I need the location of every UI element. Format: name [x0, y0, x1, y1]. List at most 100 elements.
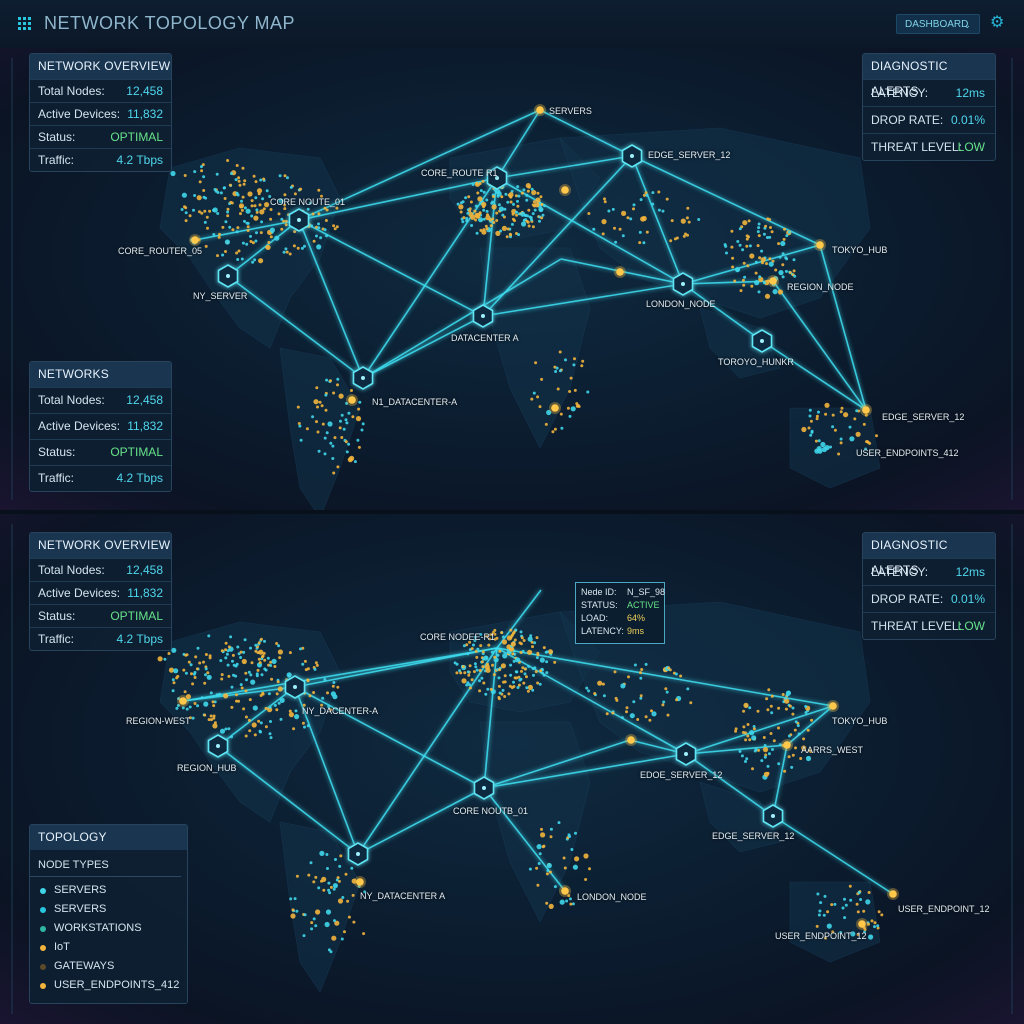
iot-dot — [750, 284, 754, 288]
server-dot — [227, 727, 231, 731]
server-dot — [770, 711, 774, 715]
gateway-dot[interactable] — [829, 702, 837, 710]
hexagon-node-icon[interactable] — [347, 842, 369, 866]
server-dot — [316, 244, 322, 250]
server-dot — [339, 419, 342, 423]
server-dot — [496, 194, 500, 198]
hexagon-node-icon[interactable] — [217, 264, 239, 288]
iot-dot — [597, 680, 603, 686]
map-label: LONDON_NODE — [646, 299, 716, 309]
legend-item[interactable]: IoT — [30, 938, 187, 957]
server-dot — [224, 656, 228, 660]
gateway-dot[interactable] — [536, 106, 544, 114]
gateway-dot[interactable] — [348, 396, 356, 404]
server-dot — [204, 673, 207, 677]
gateway-dot[interactable] — [783, 741, 791, 749]
hexagon-node-icon[interactable] — [762, 804, 784, 828]
server-dot — [314, 924, 318, 928]
gateway-dot[interactable] — [889, 890, 897, 898]
iot-dot — [264, 706, 268, 710]
hexagon-node-icon[interactable] — [675, 742, 697, 766]
server-dot — [810, 430, 814, 434]
iot-dot — [762, 747, 769, 753]
iot-dot — [500, 663, 506, 669]
iot-dot — [657, 190, 661, 194]
server-dot — [319, 850, 325, 856]
iot-dot — [203, 681, 207, 685]
iot-dot — [520, 191, 524, 195]
gateway-dot[interactable] — [179, 697, 187, 705]
hexagon-node-icon[interactable] — [672, 272, 694, 296]
server-dot — [568, 414, 572, 418]
iot-dot — [501, 225, 507, 231]
iot-dot — [269, 208, 273, 211]
iot-dot — [338, 426, 342, 430]
iot-dot — [603, 197, 606, 201]
iot-dot — [183, 174, 187, 177]
gateway-dot[interactable] — [627, 736, 635, 744]
iot-dot — [514, 194, 518, 198]
gateway-dot[interactable] — [356, 878, 364, 886]
hexagon-node-icon[interactable] — [473, 776, 495, 800]
iot-dot — [183, 205, 186, 209]
gateway-dot[interactable] — [561, 887, 569, 895]
iot-dot — [262, 177, 266, 181]
hexagon-node-icon[interactable] — [472, 304, 494, 328]
iot-dot — [489, 224, 493, 228]
iot-dot — [648, 718, 652, 722]
alert-row: DROP RATE: 0.01% — [863, 106, 995, 133]
server-dot — [499, 229, 503, 233]
server-dot — [760, 249, 764, 253]
legend-item[interactable]: SERVERS — [30, 900, 187, 919]
gateway-dot[interactable] — [551, 404, 559, 412]
legend-item[interactable]: GATEWAYS — [30, 957, 187, 976]
gateway-dot[interactable] — [616, 268, 624, 276]
server-dot — [476, 647, 480, 651]
iot-dot — [217, 235, 221, 239]
hexagon-node-icon[interactable] — [288, 208, 310, 232]
legend-item[interactable]: WORKSTATIONS — [30, 919, 187, 938]
server-dot — [485, 198, 489, 202]
iot-dot — [315, 386, 319, 390]
iot-dot — [227, 674, 231, 678]
iot-dot — [240, 686, 244, 690]
hexagon-node-icon[interactable] — [621, 144, 643, 168]
gateway-dot[interactable] — [191, 236, 199, 244]
hexagon-node-icon[interactable] — [207, 734, 229, 758]
iot-dot — [339, 854, 343, 858]
legend-item[interactable]: SERVERS — [30, 881, 187, 900]
panel-title: DIAGNOSTIC ALERTS — [863, 533, 995, 577]
iot-dot — [747, 235, 750, 239]
dashboard-dropdown[interactable]: DASHBOARD ⌄ — [896, 14, 980, 34]
server-dot — [538, 206, 544, 213]
hexagon-node-icon[interactable] — [352, 366, 374, 390]
server-dot — [873, 925, 876, 929]
server-dot — [196, 704, 200, 708]
iot-dot — [209, 714, 213, 718]
iot-dot — [522, 639, 526, 642]
iot-dot — [229, 200, 233, 204]
server-dot — [269, 664, 273, 667]
server-dot — [498, 691, 502, 695]
hexagon-node-icon[interactable] — [284, 675, 306, 699]
iot-dot — [167, 652, 171, 655]
iot-dot — [295, 874, 299, 878]
server-dot — [740, 754, 744, 758]
gateway-dot[interactable] — [862, 406, 870, 414]
gateway-dot[interactable] — [769, 277, 777, 285]
iot-dot — [250, 204, 254, 208]
stat-row: Total Nodes: 12,458 — [30, 558, 171, 581]
gear-icon[interactable]: ⚙ — [990, 14, 1008, 32]
map-label: NY_DATACENTER A — [360, 891, 446, 901]
iot-dot — [461, 678, 467, 684]
hexagon-node-icon[interactable] — [751, 329, 773, 353]
iot-dot — [223, 197, 227, 200]
legend-item[interactable]: USER_ENDPOINTS_412 — [30, 976, 187, 995]
gateway-dot[interactable] — [561, 186, 569, 194]
server-dot — [541, 213, 545, 217]
server-dot — [642, 241, 646, 245]
server-dot — [767, 752, 771, 756]
grid-icon[interactable] — [18, 17, 32, 31]
gateway-dot[interactable] — [816, 241, 824, 249]
gateway-dot[interactable] — [858, 920, 866, 928]
